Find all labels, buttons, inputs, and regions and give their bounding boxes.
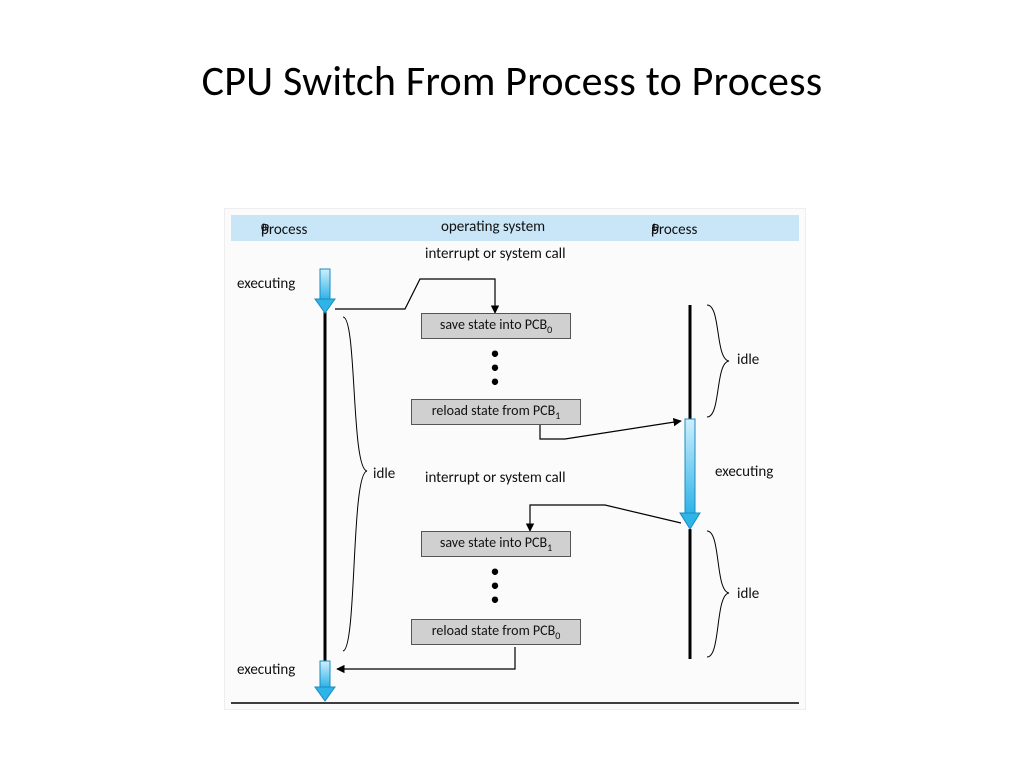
action-save0-text: save state into PCB <box>440 316 547 333</box>
action-save1-sub: 1 <box>547 541 552 554</box>
action-save-pcb0: save state into PCB0 <box>421 313 571 339</box>
action-save0-sub: 0 <box>547 323 552 336</box>
action-save-pcb1: save state into PCB1 <box>421 531 571 557</box>
label-interrupt-1: interrupt or system call <box>425 245 566 263</box>
label-executing-top: executing <box>237 275 295 293</box>
label-interrupt-2: interrupt or system call <box>425 469 566 487</box>
context-switch-diagram: process P0 operating system process P1 <box>224 208 806 710</box>
label-executing-bottom: executing <box>237 661 295 679</box>
action-reload0-text: reload state from PCB <box>432 622 556 639</box>
ellipsis-icon: ••• <box>485 561 505 603</box>
label-idle-right-bottom: idle <box>737 585 759 603</box>
label-idle-right-top: idle <box>737 351 759 369</box>
page-title: CPU Switch From Process to Process <box>0 56 1024 107</box>
action-reload-pcb0: reload state from PCB0 <box>411 619 581 645</box>
action-reload-pcb1: reload state from PCB1 <box>411 399 581 425</box>
label-executing-mid: executing <box>715 463 773 481</box>
ellipsis-icon: ••• <box>485 343 505 385</box>
action-save1-text: save state into PCB <box>440 534 547 551</box>
action-reload1-sub: 1 <box>555 409 560 422</box>
label-idle-left: idle <box>373 465 395 483</box>
action-reload0-sub: 0 <box>555 629 560 642</box>
action-reload1-text: reload state from PCB <box>432 402 556 419</box>
